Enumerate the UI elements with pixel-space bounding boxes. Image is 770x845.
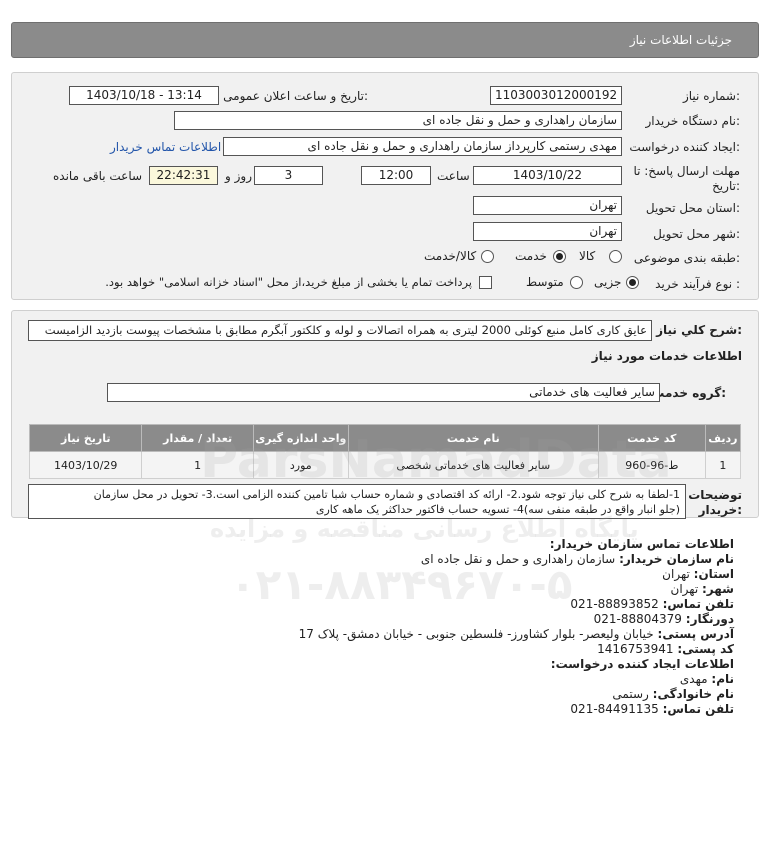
buyer-org-label: نام سازمان خریدار: <box>619 552 734 566</box>
column-unit: واحد اندازه گیری <box>252 424 349 452</box>
province-label: استان محل تحویل: <box>645 201 740 215</box>
buyer-address-label: آدرس پستی: <box>657 627 734 641</box>
buyer-fax-label: دورنگار: <box>685 612 734 626</box>
creator-family-label: نام خانوادگی: <box>652 687 734 701</box>
page-header: جزئیات اطلاعات نیاز <box>11 22 759 58</box>
cell-row: 1 <box>704 451 742 479</box>
buyer-address-line: آدرس پستی: خیابان ولیعصر- بلوار کشاورز- … <box>299 627 734 641</box>
process-label: نوع فرآیند خرید : <box>655 277 740 291</box>
page-title: جزئیات اطلاعات نیاز <box>629 33 732 47</box>
days-field[interactable]: 3 <box>254 166 323 185</box>
cell-unit: مورد <box>252 451 349 479</box>
deadline-date-label: تاریخ: <box>712 179 740 193</box>
table-header-row: تاریخ نیاز تعداد / مقدار واحد اندازه گیر… <box>28 424 742 452</box>
deadline-date-field[interactable]: 1403/10/22 <box>473 166 622 185</box>
creator-name-line: نام: مهدی <box>680 672 734 686</box>
creator-phone-value: 021-84491135 <box>570 702 659 716</box>
service-group-field: سایر فعالیت های خدماتی <box>107 383 660 402</box>
table-row: 1403/10/29 1 مورد سایر فعالیت های خدماتی… <box>28 451 742 479</box>
cell-date: 1403/10/29 <box>28 451 143 479</box>
buyer-info-title: اطلاعات تماس سازمان خریدار: <box>549 537 734 551</box>
announce-field[interactable]: 1403/10/18 - 13:14 <box>69 86 219 105</box>
deadline-label: مهلت ارسال پاسخ: تا <box>633 164 740 178</box>
category-option-service: خدمت <box>515 249 547 263</box>
buyer-field[interactable]: سازمان راهداری و حمل و نقل جاده ای <box>174 111 622 130</box>
column-quantity: تعداد / مقدار <box>141 424 254 452</box>
notes-line-2: (جلو انبار واقع در طبقه منفی سه)4- تسویه… <box>315 503 680 516</box>
buyer-city-line: شهر: تهران <box>671 582 734 596</box>
deadline-time-label: ساعت <box>437 169 470 183</box>
remaining-time-field: 22:42:31 <box>149 166 218 185</box>
days-label: روز و <box>225 169 252 183</box>
summary-field: عایق کاری کامل منبع کوئلی 2000 لیتری به … <box>28 320 652 341</box>
category-label: طبقه بندی موضوعی: <box>633 251 740 265</box>
creator-phone-line: تلفن تماس: 021-84491135 <box>570 702 734 716</box>
buyer-city-label: شهر: <box>702 582 734 596</box>
services-table: تاریخ نیاز تعداد / مقدار واحد اندازه گیر… <box>28 424 742 479</box>
process-option-minor: جزیی <box>594 275 622 289</box>
city-label: شهر محل تحویل: <box>653 227 740 241</box>
buyer-fax-value: 021-88804379 <box>593 612 682 626</box>
process-option-medium: متوسط <box>526 275 564 289</box>
remaining-label: ساعت باقی مانده <box>53 169 143 183</box>
buyer-phone-line: تلفن تماس: 021-88893852 <box>570 597 734 611</box>
cell-service-code: ط-96-960 <box>597 451 706 479</box>
category-radio-service[interactable] <box>553 250 566 263</box>
buyer-phone-label: تلفن تماس: <box>662 597 734 611</box>
process-radio-minor[interactable] <box>626 276 639 289</box>
creator-name-label: نام: <box>711 672 734 686</box>
column-row: ردیف <box>704 424 742 452</box>
buyer-province-value: تهران <box>662 567 690 581</box>
notes-line-1: 1-لطفا به شرح کلی نیاز توجه شود.2- ارائه… <box>93 488 680 501</box>
buyer-postal-label: کد پستی: <box>677 642 734 656</box>
creator-name-value: مهدی <box>679 672 708 686</box>
city-field[interactable]: تهران <box>473 222 622 241</box>
buyer-contact-link[interactable]: اطلاعات تماس خریدار <box>110 140 221 154</box>
need-number-field[interactable]: 1103003012000192 <box>490 86 622 105</box>
details-panel <box>11 72 759 300</box>
notes-label-buyer: خریدار: <box>698 503 742 517</box>
service-group-label: گروه خدمت: <box>652 386 726 400</box>
buyer-city-value: تهران <box>670 582 699 596</box>
cell-quantity: 1 <box>141 451 254 479</box>
treasury-payment-checkbox[interactable] <box>479 276 492 289</box>
treasury-payment-text: پرداخت تمام یا بخشی از مبلغ خرید،از محل … <box>105 275 472 289</box>
buyer-org-value: سازمان راهداری و حمل و نقل جاده ای <box>420 552 616 566</box>
services-section-title: اطلاعات خدمات مورد نیاز <box>591 349 742 363</box>
watermark-phone: ۰۲۱-۸۸۳۴۹۶۷۰-۵ <box>230 560 573 609</box>
buyer-org-line: نام سازمان خریدار: سازمان راهداری و حمل … <box>421 552 734 566</box>
category-option-goods-service: کالا/خدمت <box>424 249 477 263</box>
deadline-time-field[interactable]: 12:00 <box>361 166 431 185</box>
cell-service-name: سایر فعالیت های خدماتی شخصی <box>347 451 599 479</box>
creator-field[interactable]: مهدی رستمی کارپرداز سازمان راهداری و حمل… <box>223 137 622 156</box>
buyer-postal-line: کد پستی: 1416753941 <box>597 642 734 656</box>
category-option-goods: کالا <box>579 249 596 263</box>
category-radio-goods-service[interactable] <box>481 250 494 263</box>
summary-label: شرح کلي نياز: <box>656 323 742 337</box>
creator-family-value: رستمی <box>612 687 649 701</box>
column-service-code: کد خدمت <box>597 424 706 452</box>
notes-label: توضیحات <box>688 488 742 502</box>
creator-family-line: نام خانوادگی: رستمی <box>612 687 734 701</box>
buyer-fax-line: دورنگار: 021-88804379 <box>594 612 734 626</box>
creator-label: ایجاد کننده درخواست: <box>629 140 740 154</box>
creator-phone-label: تلفن تماس: <box>662 702 734 716</box>
notes-box: 1-لطفا به شرح کلی نیاز توجه شود.2- ارائه… <box>28 484 686 519</box>
process-radio-medium[interactable] <box>570 276 583 289</box>
buyer-label: نام دستگاه خریدار: <box>645 114 741 128</box>
buyer-province-line: استان: تهران <box>662 567 734 581</box>
category-radio-goods[interactable] <box>609 250 622 263</box>
column-date: تاریخ نیاز <box>28 424 143 452</box>
creator-info-title: اطلاعات ایجاد کننده درخواست: <box>550 657 734 671</box>
buyer-province-label: استان: <box>693 567 734 581</box>
announce-label: تاریخ و ساعت اعلان عمومی: <box>223 89 368 103</box>
column-service-name: نام خدمت <box>347 424 599 452</box>
buyer-postal-value: 1416753941 <box>597 642 674 656</box>
province-field[interactable]: تهران <box>473 196 622 215</box>
buyer-phone-value: 021-88893852 <box>570 597 659 611</box>
need-number-label: شماره نیاز: <box>682 89 740 103</box>
buyer-address-value: خیابان ولیعصر- بلوار کشاورز- فلسطین جنوب… <box>298 627 654 641</box>
